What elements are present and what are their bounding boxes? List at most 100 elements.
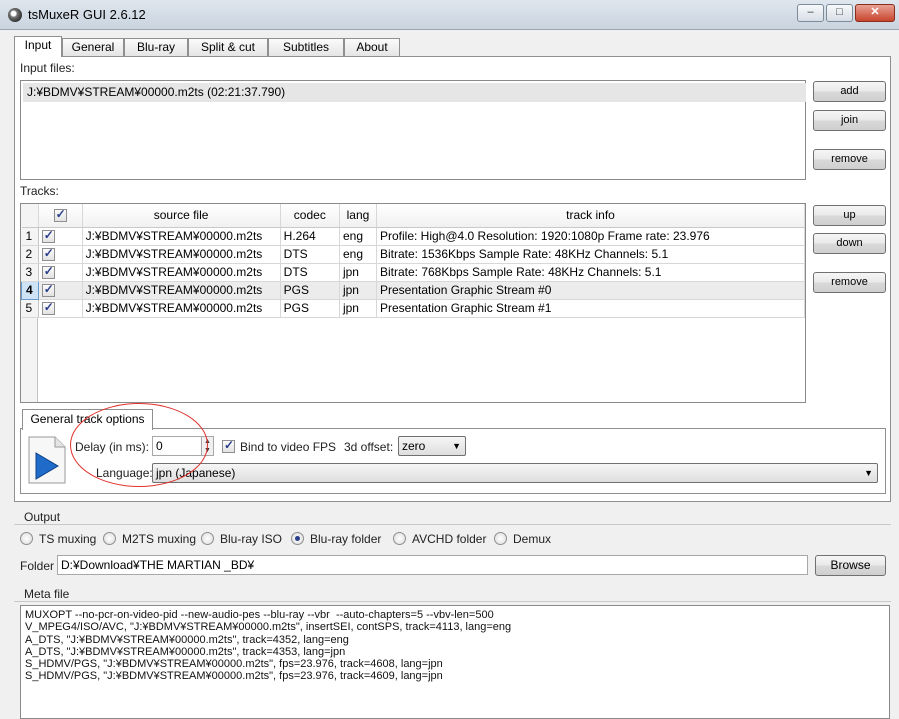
track-codec: PGS (280, 299, 340, 318)
track-enabled-checkbox[interactable] (38, 263, 83, 282)
title-bar[interactable]: tsMuxeR GUI 2.6.12 – □ ✕ (0, 0, 899, 30)
add-button[interactable]: add (813, 81, 886, 102)
bind-to-fps-label: Bind to video FPS (240, 440, 337, 454)
check-icon (41, 282, 55, 298)
radio-label: Blu-ray folder (310, 532, 382, 546)
browse-button[interactable]: Browse (815, 555, 886, 576)
table-row[interactable]: 2 J:¥BDMV¥STREAM¥00000.m2ts DTS eng Bitr… (21, 245, 805, 264)
tab-blu-ray[interactable]: Blu-ray (124, 38, 188, 57)
radio-label: Demux (513, 532, 552, 546)
app-icon (8, 8, 22, 22)
track-source: J:¥BDMV¥STREAM¥00000.m2ts (82, 227, 281, 246)
up-button[interactable]: up (813, 205, 886, 226)
column-header-lang[interactable]: lang (339, 204, 377, 228)
chevron-down-icon: ▼ (452, 441, 461, 451)
window-title: tsMuxeR GUI 2.6.12 (28, 7, 146, 22)
down-button[interactable]: down (813, 233, 886, 254)
radio-demux[interactable] (494, 532, 507, 545)
tab-about[interactable]: About (344, 38, 400, 57)
3d-offset-label: 3d offset: (344, 440, 394, 454)
minimize-button[interactable]: – (797, 4, 824, 22)
chevron-down-icon: ▼ (864, 468, 873, 478)
track-enabled-checkbox[interactable] (38, 281, 83, 300)
tab-general-track-options[interactable]: General track options (22, 409, 153, 430)
row-number: 1 (21, 227, 39, 246)
meta-line: S_HDMV/PGS, "J:¥BDMV¥STREAM¥00000.m2ts",… (25, 670, 443, 683)
track-source: J:¥BDMV¥STREAM¥00000.m2ts (82, 281, 281, 300)
track-source: J:¥BDMV¥STREAM¥00000.m2ts (82, 245, 281, 264)
meta-line: S_HDMV/PGS, "J:¥BDMV¥STREAM¥00000.m2ts",… (25, 658, 443, 671)
output-label: Output (24, 510, 61, 524)
tab-subtitles[interactable]: Subtitles (268, 38, 344, 57)
language-label: Language: (96, 466, 153, 480)
track-info: Bitrate: 1536Kbps Sample Rate: 48KHz Cha… (376, 245, 805, 264)
table-header: source file codec lang track info (21, 204, 805, 228)
radio-label: AVCHD folder (412, 532, 487, 546)
remove-track-button[interactable]: remove (813, 272, 886, 293)
language-value: jpn (Japanese) (156, 466, 236, 480)
track-codec: DTS (280, 245, 340, 264)
select-all-checkbox[interactable] (38, 204, 83, 228)
3d-offset-value: zero (402, 439, 426, 453)
row-number: 2 (21, 245, 39, 264)
check-icon (41, 264, 55, 280)
table-row-selected[interactable]: 4 J:¥BDMV¥STREAM¥00000.m2ts PGS jpn Pres… (21, 280, 805, 300)
track-source: J:¥BDMV¥STREAM¥00000.m2ts (82, 263, 281, 282)
radio-blu-ray-iso[interactable] (201, 532, 214, 545)
tracks-grid: source file codec lang track info 1 J:¥B… (21, 204, 805, 318)
track-lang: jpn (339, 299, 377, 318)
track-enabled-checkbox[interactable] (38, 245, 83, 264)
radio-label: M2TS muxing (122, 532, 197, 546)
column-header-source[interactable]: source file (82, 204, 281, 228)
maximize-button[interactable]: □ (826, 4, 853, 22)
table-row[interactable]: 3 J:¥BDMV¥STREAM¥00000.m2ts DTS jpn Bitr… (21, 263, 805, 282)
row-number: 3 (21, 263, 39, 282)
meta-line: A_DTS, "J:¥BDMV¥STREAM¥00000.m2ts", trac… (25, 645, 346, 658)
tab-general[interactable]: General (62, 38, 124, 57)
language-select[interactable]: jpn (Japanese) ▼ (152, 463, 878, 483)
delay-stepper[interactable]: ▲ ▼ (201, 436, 214, 456)
check-icon (41, 246, 55, 262)
tab-split-cut[interactable]: Split & cut (188, 38, 268, 57)
list-item[interactable]: J:¥BDMV¥STREAM¥00000.m2ts (02:21:37.790) (23, 83, 806, 102)
track-enabled-checkbox[interactable] (38, 227, 83, 246)
radio-label: Blu-ray ISO (220, 532, 283, 546)
meta-file-textarea[interactable]: MUXOPT --no-pcr-on-video-pid --new-audio… (20, 605, 890, 719)
tracks-table[interactable]: source file codec lang track info 1 J:¥B… (20, 203, 806, 403)
delay-label: Delay (in ms): (75, 440, 150, 454)
track-info: Profile: High@4.0 Resolution: 1920:1080p… (376, 227, 805, 246)
folder-label: Folder (20, 559, 55, 573)
remove-file-button[interactable]: remove (813, 149, 886, 170)
table-row[interactable]: 5 J:¥BDMV¥STREAM¥00000.m2ts PGS jpn Pres… (21, 299, 805, 318)
close-button[interactable]: ✕ (855, 4, 895, 22)
track-codec: DTS (280, 263, 340, 282)
radio-avchd-folder[interactable] (393, 532, 406, 545)
tab-input[interactable]: Input (14, 36, 62, 57)
track-info: Presentation Graphic Stream #1 (376, 299, 805, 318)
check-icon (41, 300, 55, 316)
row-number: 4 (21, 280, 39, 300)
track-codec: H.264 (280, 227, 340, 246)
radio-ts-muxing[interactable] (20, 532, 33, 545)
3d-offset-select[interactable]: zero ▼ (398, 436, 466, 456)
bind-to-fps-checkbox[interactable] (222, 438, 235, 453)
track-info: Bitrate: 768Kbps Sample Rate: 48KHz Chan… (376, 263, 805, 282)
track-enabled-checkbox[interactable] (38, 299, 83, 318)
app-window: tsMuxeR GUI 2.6.12 – □ ✕ Input General B… (0, 0, 899, 719)
folder-input[interactable]: D:¥Download¥THE MARTIAN _BD¥ (57, 555, 808, 575)
join-button[interactable]: join (813, 110, 886, 131)
column-header-codec[interactable]: codec (280, 204, 340, 228)
input-files-label: Input files: (20, 61, 75, 75)
input-files-list[interactable]: J:¥BDMV¥STREAM¥00000.m2ts (02:21:37.790) (20, 80, 806, 180)
meta-line: V_MPEG4/ISO/AVC, "J:¥BDMV¥STREAM¥00000.m… (25, 621, 512, 634)
delay-input[interactable]: 0 (152, 436, 202, 456)
radio-blu-ray-folder[interactable] (291, 532, 304, 545)
column-header-info[interactable]: track info (376, 204, 805, 228)
radio-m2ts-muxing[interactable] (103, 532, 116, 545)
track-lang: jpn (339, 263, 377, 282)
track-info: Presentation Graphic Stream #0 (376, 281, 805, 300)
check-icon (53, 207, 67, 223)
table-row[interactable]: 1 J:¥BDMV¥STREAM¥00000.m2ts H.264 eng Pr… (21, 227, 805, 246)
video-file-icon (28, 436, 66, 484)
row-number: 5 (21, 299, 39, 318)
